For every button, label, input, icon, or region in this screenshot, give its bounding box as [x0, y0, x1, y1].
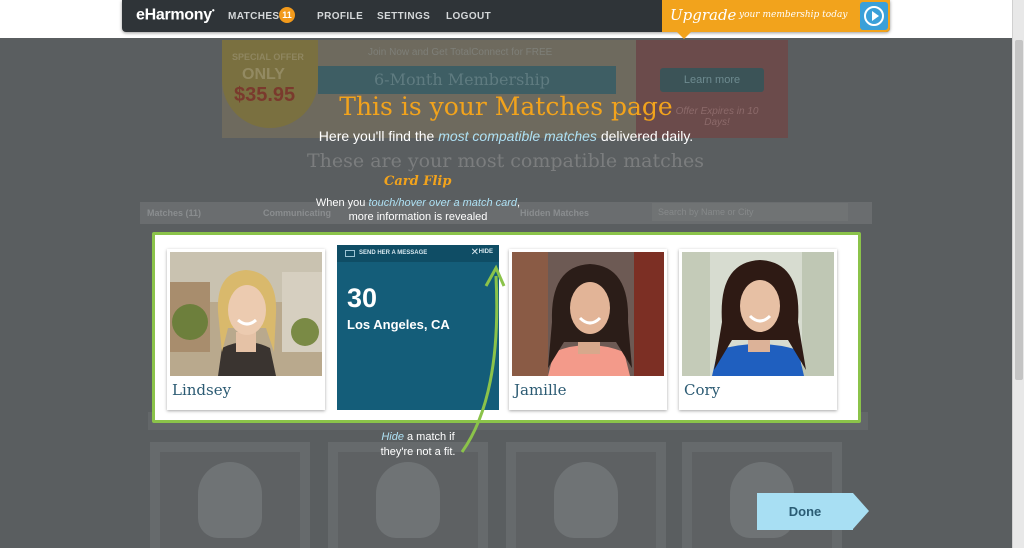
nav-settings[interactable]: SETTINGS	[377, 11, 430, 22]
match-name: Jamille	[514, 381, 567, 399]
scrollbar-thumb[interactable]	[1015, 40, 1023, 380]
offer-special-label: SPECIAL OFFER	[232, 52, 304, 62]
learn-more-button[interactable]: Learn more	[660, 68, 764, 92]
match-age: 30	[347, 283, 378, 313]
offer-top-text: Join Now and Get TotalConnect for FREE	[368, 47, 553, 58]
offer-only-label: ONLY	[242, 66, 285, 83]
nav-matches[interactable]: MATCHES	[228, 11, 280, 22]
membership-label: 6-Month Membership	[374, 70, 550, 89]
profile-photo	[682, 252, 834, 376]
placeholder-card	[150, 442, 310, 548]
upgrade-pointer-icon	[677, 32, 691, 39]
silhouette-icon	[376, 462, 440, 538]
silhouette-icon	[198, 462, 262, 538]
match-card-lindsey[interactable]: Lindsey	[167, 249, 325, 410]
search-placeholder: Search by Name or City	[658, 207, 754, 217]
profile-photo	[512, 252, 664, 376]
upgrade-label: Upgrade	[670, 6, 737, 24]
matches-count-badge: 11	[279, 7, 295, 23]
placeholder-card	[506, 442, 666, 548]
silhouette-icon	[554, 462, 618, 538]
match-name: Cory	[684, 381, 721, 399]
page-scrollbar[interactable]	[1012, 0, 1024, 548]
send-message-button[interactable]: SEND HER A MESSAGE	[359, 250, 427, 256]
profile-photo	[170, 252, 322, 376]
main-nav: eHarmony• MATCHES 11 PROFILE SETTINGS LO…	[122, 0, 890, 32]
offer-cta-panel: Learn more Offer Expires in 10 Days!	[636, 40, 788, 138]
overlay-title: This is your Matches page	[339, 92, 673, 121]
tab-matches[interactable]: Matches (11)	[147, 208, 201, 218]
match-location: Los Angeles, CA	[347, 317, 450, 332]
match-card-jamille[interactable]: Jamille	[509, 249, 667, 410]
done-button-label: Done	[788, 504, 822, 519]
matches-heading: These are your most compatible matches	[307, 150, 704, 172]
hide-description: Hide a match if they're not a fit.	[380, 431, 456, 458]
overlay-subtitle: Here you'll find the most compatible mat…	[318, 128, 694, 144]
card-flip-title: Card Flip	[384, 174, 452, 189]
hide-pointer-arrow-icon	[460, 264, 506, 453]
search-input[interactable]: Search by Name or City	[652, 203, 848, 221]
eharmony-logo[interactable]: eHarmony•	[136, 6, 215, 24]
upgrade-play-icon[interactable]	[860, 2, 888, 30]
match-name: Lindsey	[172, 381, 232, 399]
upgrade-banner[interactable]: Upgrade your membership today	[662, 0, 890, 32]
card-flip-description: When you touch/hover over a match card, …	[315, 197, 521, 223]
done-button[interactable]: Done	[757, 493, 869, 530]
nav-profile[interactable]: PROFILE	[317, 11, 363, 22]
membership-ribbon: 6-Month Membership	[318, 66, 616, 94]
match-card-cory[interactable]: Cory	[679, 249, 837, 410]
envelope-icon	[345, 250, 355, 257]
upgrade-sub-label: your membership today	[739, 10, 848, 20]
nav-logout[interactable]: LOGOUT	[446, 11, 491, 22]
